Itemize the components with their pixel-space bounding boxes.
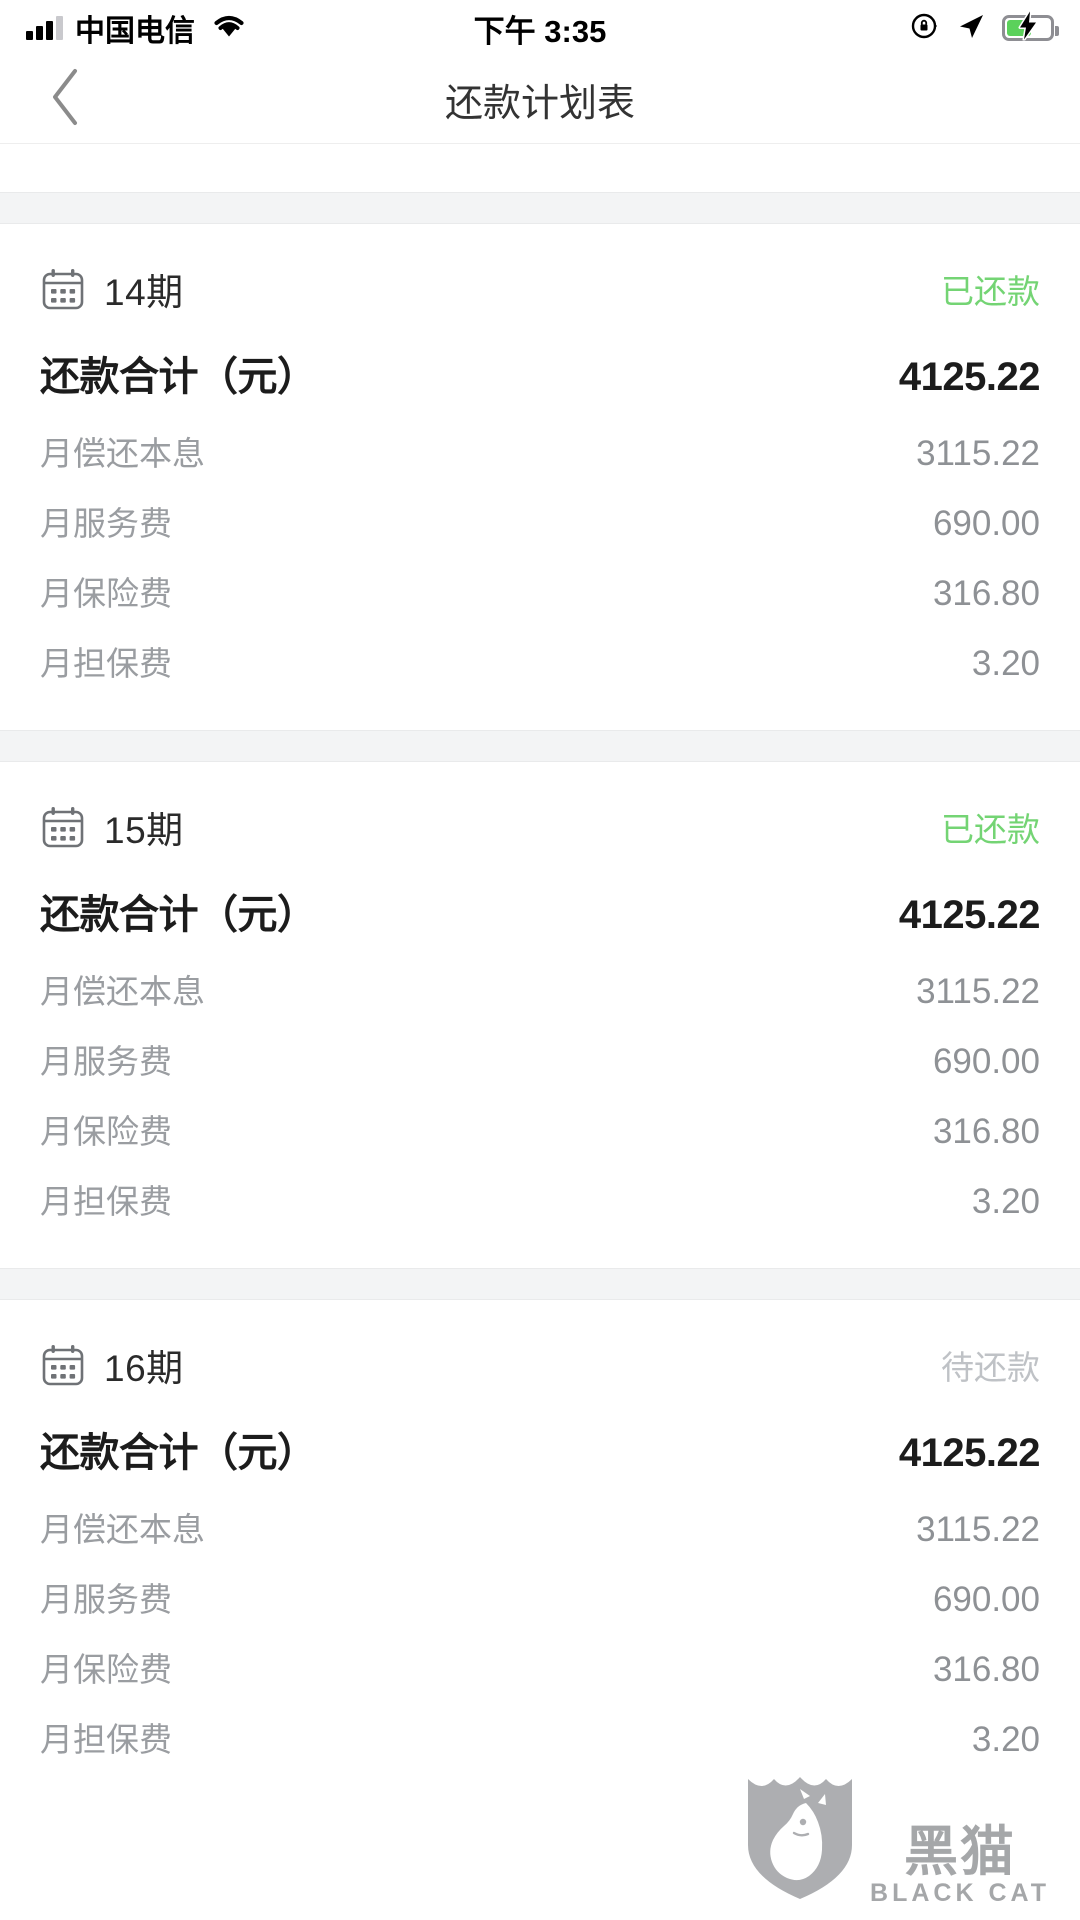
- detail-label-principal-interest: 月偿还本息: [40, 435, 205, 472]
- detail-label-insurance-fee: 月保险费: [40, 1651, 172, 1688]
- installment-period-label: 16期: [104, 1348, 184, 1389]
- section-divider: [0, 1268, 1080, 1300]
- detail-row: 月服务费 690.00: [40, 1562, 1040, 1632]
- detail-value-insurance-fee: 316.80: [932, 1112, 1040, 1151]
- status-badge: 已还款: [941, 811, 1040, 848]
- clock-label: 下午 3:35: [473, 13, 607, 49]
- installment-card[interactable]: 15期 已还款 还款合计（元） 4125.22 月偿还本息 3115.22 月服…: [0, 762, 1080, 1268]
- detail-row: 月担保费 3.20: [40, 626, 1040, 696]
- total-label: 还款合计（元）: [40, 893, 317, 937]
- total-value: 4125.22: [898, 893, 1041, 937]
- rotation-lock-icon: [910, 11, 940, 46]
- total-label: 还款合计（元）: [40, 355, 317, 399]
- detail-row: 月担保费 3.20: [40, 1702, 1040, 1772]
- detail-label-insurance-fee: 月保险费: [40, 1113, 172, 1150]
- status-bar: 中国电信 下午 3:35: [0, 0, 1080, 56]
- detail-row: 月保险费 316.80: [40, 1094, 1040, 1164]
- status-badge: 待还款: [941, 1349, 1040, 1386]
- status-bar-right: [910, 10, 1059, 46]
- wifi-icon: [211, 12, 247, 45]
- detail-label-principal-interest: 月偿还本息: [40, 973, 205, 1010]
- detail-row: 月保险费 316.80: [40, 1632, 1040, 1702]
- total-label: 还款合计（元）: [40, 1431, 317, 1475]
- installment-card-header: 15期 已还款: [40, 800, 1040, 854]
- total-value: 4125.22: [898, 1431, 1041, 1475]
- detail-value-principal-interest: 3115.22: [916, 972, 1040, 1011]
- detail-row: 月偿还本息 3115.22: [40, 416, 1040, 486]
- installment-period-label: 15期: [104, 810, 184, 851]
- detail-label-service-fee: 月服务费: [40, 505, 172, 542]
- installment-card-header: 16期 待还款: [40, 1338, 1040, 1392]
- watermark-name-en: BLACK CAT: [870, 1879, 1050, 1907]
- detail-label-service-fee: 月服务费: [40, 1043, 172, 1080]
- watermark-text: 黑猫 BLACK CAT: [870, 1825, 1050, 1906]
- detail-value-principal-interest: 3115.22: [916, 434, 1040, 473]
- detail-value-principal-interest: 3115.22: [916, 1510, 1040, 1549]
- total-row: 还款合计（元） 4125.22: [40, 1420, 1041, 1478]
- charging-bolt-icon: [1017, 10, 1039, 46]
- page-title: 还款计划表: [444, 83, 635, 125]
- status-bar-left: 中国电信: [26, 6, 247, 50]
- section-divider: [0, 730, 1080, 762]
- detail-label-service-fee: 月服务费: [40, 1581, 172, 1618]
- detail-row: 月保险费 316.80: [40, 556, 1040, 626]
- calendar-icon: [40, 804, 86, 850]
- detail-value-guarantee-fee: 3.20: [971, 1720, 1040, 1759]
- installment-card[interactable]: 14期 已还款 还款合计（元） 4125.22 月偿还本息 3115.22 月服…: [0, 224, 1080, 730]
- detail-row: 月偿还本息 3115.22: [40, 1492, 1040, 1562]
- detail-value-guarantee-fee: 3.20: [971, 644, 1040, 683]
- installment-card[interactable]: 16期 待还款 还款合计（元） 4125.22 月偿还本息 3115.22 月服…: [0, 1300, 1080, 1806]
- app-screen: 中国电信 下午 3:35 还款计划表 14期 已还款 还款合计（元） 4125.…: [0, 0, 1080, 1920]
- back-button[interactable]: [36, 69, 96, 130]
- detail-row: 月服务费 690.00: [40, 1024, 1040, 1094]
- installment-card-header: 14期 已还款: [40, 262, 1040, 316]
- detail-value-service-fee: 690.00: [932, 1580, 1040, 1619]
- detail-value-service-fee: 690.00: [932, 1042, 1040, 1081]
- total-row: 还款合计（元） 4125.22: [40, 882, 1041, 940]
- status-badge: 已还款: [941, 273, 1040, 310]
- total-value: 4125.22: [898, 355, 1041, 399]
- detail-label-guarantee-fee: 月担保费: [40, 1721, 172, 1758]
- detail-label-insurance-fee: 月保险费: [40, 575, 172, 612]
- detail-value-service-fee: 690.00: [932, 504, 1040, 543]
- total-row: 还款合计（元） 4125.22: [40, 344, 1041, 402]
- top-spacer: [0, 144, 1080, 192]
- section-divider: [0, 192, 1080, 224]
- signal-bars-icon: [26, 16, 63, 40]
- location-arrow-icon: [956, 11, 986, 46]
- calendar-icon: [40, 1342, 86, 1388]
- chevron-left-icon: [46, 66, 86, 133]
- detail-row: 月偿还本息 3115.22: [40, 954, 1040, 1024]
- detail-row: 月服务费 690.00: [40, 486, 1040, 556]
- nav-bar: 还款计划表: [0, 56, 1080, 144]
- repayment-schedule-list: 14期 已还款 还款合计（元） 4125.22 月偿还本息 3115.22 月服…: [0, 144, 1080, 1806]
- detail-value-insurance-fee: 316.80: [932, 1650, 1040, 1689]
- watermark-name-cn: 黑猫: [904, 1822, 1017, 1882]
- detail-value-insurance-fee: 316.80: [932, 574, 1040, 613]
- detail-label-principal-interest: 月偿还本息: [40, 1511, 205, 1548]
- detail-row: 月担保费 3.20: [40, 1164, 1040, 1234]
- calendar-icon: [40, 266, 86, 312]
- detail-value-guarantee-fee: 3.20: [971, 1182, 1040, 1221]
- detail-label-guarantee-fee: 月担保费: [40, 645, 172, 682]
- detail-label-guarantee-fee: 月担保费: [40, 1183, 172, 1220]
- installment-period-label: 14期: [104, 272, 184, 313]
- battery-charging-icon: [1002, 10, 1059, 41]
- carrier-label: 中国电信: [75, 15, 195, 48]
